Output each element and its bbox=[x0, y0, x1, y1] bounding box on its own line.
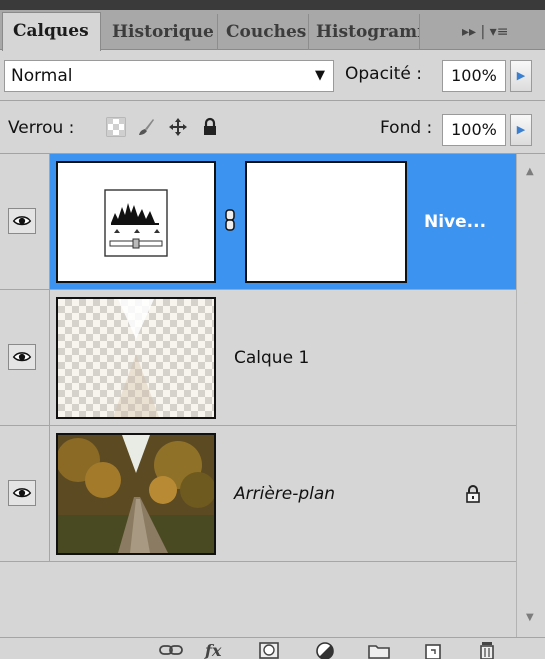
new-layer-icon[interactable] bbox=[420, 640, 446, 659]
visibility-cell bbox=[0, 290, 50, 425]
lock-transparency-icon[interactable] bbox=[106, 117, 126, 137]
layer-thumbnail-photo[interactable] bbox=[56, 433, 216, 555]
scroll-up-arrow-icon[interactable]: ▲ bbox=[526, 166, 534, 177]
eye-visibility-icon[interactable] bbox=[8, 208, 36, 234]
panel-top-bar bbox=[0, 0, 545, 10]
visibility-cell bbox=[0, 154, 50, 289]
tab-calques[interactable]: Calques bbox=[2, 12, 101, 51]
tab-couches[interactable]: Couches bbox=[222, 14, 309, 50]
link-layers-icon[interactable] bbox=[158, 640, 184, 659]
panel-menu-button[interactable]: ▸▸ | ▾≡ bbox=[462, 14, 542, 50]
chevron-down-icon: ▼ bbox=[315, 68, 325, 83]
trash-delete-layer-icon[interactable] bbox=[474, 640, 500, 659]
layer-row-calque-1[interactable]: Calque 1 bbox=[0, 290, 516, 426]
lock-pixels-brush-icon[interactable] bbox=[136, 117, 156, 137]
adjustment-thumbnail[interactable] bbox=[56, 161, 216, 283]
lock-label: Verrou : bbox=[8, 118, 75, 138]
opacity-field[interactable]: 100% bbox=[442, 60, 506, 92]
layer-name[interactable]: Arrière-plan bbox=[234, 484, 335, 504]
opacity-slider-arrow-icon[interactable]: ▶ bbox=[510, 60, 532, 92]
layers-bottom-toolbar: fx bbox=[0, 637, 545, 659]
opacity-label: Opacité : bbox=[345, 64, 422, 84]
scroll-down-arrow-icon[interactable]: ▼ bbox=[526, 612, 534, 623]
layers-scrollbar[interactable]: ▲ ▼ bbox=[516, 154, 545, 640]
fx-layer-style-icon[interactable]: fx bbox=[202, 640, 228, 659]
layers-list: Nive... Calque 1 Arrière-plan bbox=[0, 154, 516, 640]
layer-name[interactable]: Calque 1 bbox=[234, 348, 309, 368]
layer-thumbnail-transparent[interactable] bbox=[56, 297, 216, 419]
blend-mode-value: Normal bbox=[11, 66, 73, 86]
lock-position-move-icon[interactable] bbox=[168, 117, 188, 137]
fill-label: Fond : bbox=[380, 118, 433, 138]
layer-row-levels[interactable]: Nive... bbox=[0, 154, 516, 290]
layer-name[interactable]: Nive... bbox=[424, 212, 486, 232]
tab-histogramme[interactable]: Histogramme bbox=[312, 14, 420, 50]
panel-tabs: Calques Historique Couches Histogramme ▸… bbox=[0, 10, 545, 51]
autumn-forest-path-image bbox=[58, 435, 214, 553]
faded-trees-image bbox=[58, 299, 214, 417]
eye-visibility-icon[interactable] bbox=[8, 344, 36, 370]
layer-row-background[interactable]: Arrière-plan bbox=[0, 426, 516, 562]
blend-mode-select[interactable]: Normal ▼ bbox=[4, 60, 334, 92]
svg-text:fx: fx bbox=[204, 641, 222, 659]
layers-panel: Calques Historique Couches Histogramme ▸… bbox=[0, 0, 545, 659]
layer-mask-thumbnail[interactable] bbox=[245, 161, 407, 283]
layer-locked-padlock-icon bbox=[466, 485, 480, 503]
lock-all-padlock-icon[interactable] bbox=[200, 117, 220, 137]
tab-historique[interactable]: Historique bbox=[108, 14, 218, 50]
fill-field[interactable]: 100% bbox=[442, 114, 506, 146]
eye-visibility-icon[interactable] bbox=[8, 480, 36, 506]
add-mask-icon[interactable] bbox=[256, 640, 282, 659]
new-group-folder-icon[interactable] bbox=[366, 640, 392, 659]
mask-link-chain-icon[interactable] bbox=[224, 209, 236, 231]
visibility-cell bbox=[0, 426, 50, 561]
adjustment-layer-icon[interactable] bbox=[312, 640, 338, 659]
divider bbox=[0, 100, 545, 101]
fill-slider-arrow-icon[interactable]: ▶ bbox=[510, 114, 532, 146]
levels-adjustment-icon bbox=[104, 189, 168, 257]
